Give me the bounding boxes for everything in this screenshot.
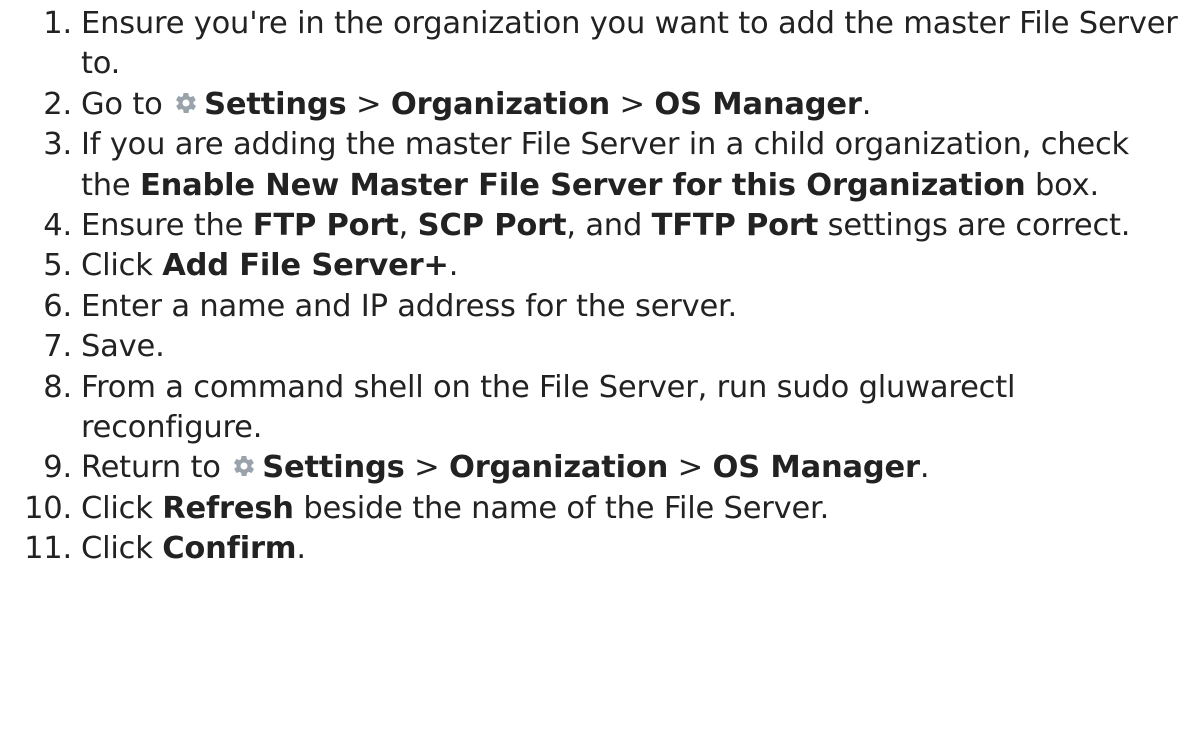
separator: > bbox=[677, 450, 704, 486]
period: . bbox=[919, 450, 930, 486]
step-number: 6. bbox=[43, 288, 72, 324]
step-text-end: beside the name of the File Server. bbox=[303, 490, 830, 526]
step-number: 11. bbox=[24, 531, 72, 567]
organization-label: Organization bbox=[390, 86, 611, 122]
and-text: , and bbox=[566, 208, 643, 244]
step-text: Ensure you're in the organization you wa… bbox=[81, 6, 1178, 82]
settings-label: Settings bbox=[262, 450, 405, 486]
step-number: 1. bbox=[43, 6, 72, 41]
step-text: Enter a name and IP address for the serv… bbox=[81, 288, 738, 324]
step-text-end: box. bbox=[1034, 167, 1099, 203]
gear-icon bbox=[176, 92, 196, 113]
step-6: 6. Enter a name and IP address for the s… bbox=[0, 287, 1191, 327]
step-text: Return to bbox=[81, 450, 221, 486]
step-1: 1. Ensure you're in the organization you… bbox=[0, 4, 1191, 85]
step-text: Click bbox=[81, 248, 153, 284]
step-number: 7. bbox=[43, 329, 72, 365]
step-9: 9. Return to Settings > Organization > O… bbox=[0, 448, 1191, 488]
step-text: From a command shell on the File Server,… bbox=[81, 369, 1016, 446]
separator: > bbox=[355, 86, 382, 122]
os-manager-label: OS Manager bbox=[712, 450, 921, 486]
period: . bbox=[861, 86, 872, 122]
gear-icon bbox=[234, 456, 255, 477]
refresh-label: Refresh bbox=[162, 490, 294, 526]
separator: > bbox=[414, 450, 440, 486]
step-11: 11. Click Confirm. bbox=[0, 529, 1191, 569]
organization-label: Organization bbox=[448, 450, 669, 486]
step-number: 10. bbox=[24, 490, 72, 526]
step-text: Click bbox=[81, 531, 153, 567]
os-manager-label: OS Manager bbox=[654, 86, 862, 122]
confirm-label: Confirm bbox=[162, 531, 297, 567]
step-7: 7. Save. bbox=[0, 327, 1191, 367]
comma: , bbox=[398, 208, 409, 244]
step-10: 10. Click Refresh beside the name of the… bbox=[0, 489, 1191, 529]
step-2: 2. Go to Settings > Organization > OS Ma… bbox=[0, 85, 1191, 125]
step-text: Go to bbox=[81, 86, 163, 122]
step-number: 2. bbox=[43, 86, 72, 122]
step-text: Save. bbox=[81, 329, 165, 365]
step-text: Click bbox=[81, 490, 153, 526]
step-text: Ensure the bbox=[81, 208, 244, 244]
step-number: 5. bbox=[43, 248, 72, 284]
period: . bbox=[448, 248, 459, 284]
step-8: 8. From a command shell on the File Serv… bbox=[0, 368, 1191, 449]
instruction-steps-list: 1. Ensure you're in the organization you… bbox=[0, 0, 1191, 570]
ftp-port-label: FTP Port bbox=[252, 208, 399, 244]
step-number: 3. bbox=[43, 127, 72, 163]
add-file-server-label: Add File Server+ bbox=[162, 248, 449, 284]
step-3: 3. If you are adding the master File Ser… bbox=[0, 125, 1191, 206]
step-number: 4. bbox=[43, 208, 72, 244]
tftp-port-label: TFTP Port bbox=[651, 208, 819, 244]
step-5: 5. Click Add File Server+. bbox=[0, 246, 1191, 286]
step-4: 4. Ensure the FTP Port, SCP Port, and TF… bbox=[0, 206, 1191, 246]
step-number: 9. bbox=[43, 450, 72, 486]
period: . bbox=[296, 531, 306, 567]
step-text-end: settings are correct. bbox=[827, 208, 1131, 244]
separator: > bbox=[619, 86, 646, 122]
scp-port-label: SCP Port bbox=[417, 208, 567, 244]
enable-master-file-server-label: Enable New Master File Server for this O… bbox=[139, 167, 1026, 203]
step-number: 8. bbox=[43, 369, 72, 405]
settings-label: Settings bbox=[204, 86, 347, 122]
